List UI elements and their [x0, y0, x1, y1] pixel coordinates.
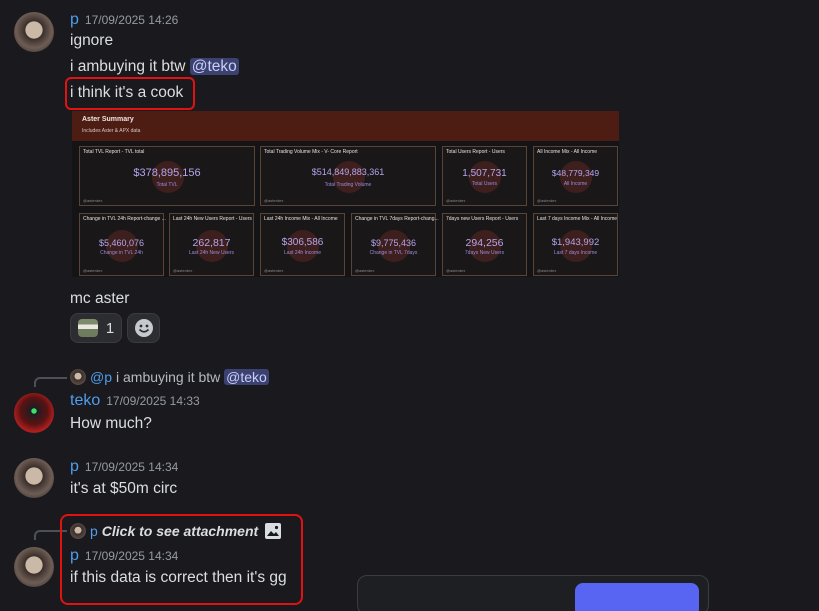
- card-label: Change in TVL 7days: [369, 250, 418, 256]
- reply-connector: [34, 377, 67, 387]
- message-text: How much?: [70, 415, 152, 432]
- card-footer: @asterdex: [83, 268, 103, 273]
- stat-card: 7days new Users Report - Users 294,256 7…: [442, 213, 527, 276]
- card-footer: @asterdex: [446, 198, 466, 203]
- card-label: Last 24h New Users: [188, 250, 235, 256]
- card-value: 294,256: [465, 237, 504, 249]
- card-label: 7days New Users: [464, 250, 505, 256]
- card-footer: @asterdex: [173, 268, 193, 273]
- reaction-emoji-icon: [77, 319, 98, 337]
- reply-reference[interactable]: @p i ambuying it btw @teko: [70, 369, 269, 385]
- card-label: Last 7 days Income: [553, 250, 598, 256]
- stat-card: Total Trading Volume Mix - V- Core Repor…: [260, 146, 436, 206]
- reply-text: i ambuying it btw @teko: [116, 369, 269, 385]
- message-composer[interactable]: [357, 575, 709, 611]
- avatar[interactable]: [14, 547, 54, 587]
- card-title: 7days new Users Report - Users: [446, 216, 519, 222]
- card-footer: @asterdex: [355, 268, 375, 273]
- stat-card: Total TVL Report - TVL total $378,895,15…: [79, 146, 255, 206]
- smiley-icon: [134, 319, 153, 337]
- message-text: mc aster: [70, 290, 130, 307]
- add-reaction-button[interactable]: [127, 313, 160, 343]
- embed-subtitle: Includes Aster & APX data: [82, 128, 141, 134]
- card-title: Change in TVL 7days Report-chang...: [355, 216, 439, 222]
- composer-button[interactable]: [575, 583, 699, 611]
- card-title: Total Users Report - Users: [446, 149, 505, 155]
- card-title: All Income Mix - All Income: [537, 149, 598, 155]
- card-footer: @asterdex: [446, 268, 466, 273]
- stat-card: Last 24h Income Mix - All Income $306,58…: [260, 213, 345, 276]
- embed-header: Aster Summary Includes Aster & APX data: [72, 111, 619, 141]
- stat-card: Change in TVL 24h Report-change ... $5,4…: [79, 213, 166, 276]
- card-value: $1,943,992: [551, 237, 600, 248]
- annotation-box: [65, 77, 195, 110]
- image-attachment[interactable]: Aster Summary Includes Aster & APX data …: [72, 111, 619, 277]
- embed-title: Aster Summary: [82, 116, 134, 123]
- author-name[interactable]: teko: [70, 392, 100, 410]
- card-value: $306,586: [281, 237, 324, 248]
- card-footer: @asterdex: [537, 198, 557, 203]
- message-text: ignore: [70, 32, 114, 49]
- user-mention[interactable]: @teko: [189, 58, 239, 75]
- reaction-count: 1: [105, 319, 115, 337]
- card-title: Last 7 days Income Mix - All Income: [537, 216, 618, 222]
- card-value: $9,775,436: [370, 238, 417, 248]
- author-name[interactable]: p: [70, 11, 79, 29]
- card-footer: @asterdex: [83, 198, 103, 203]
- card-label: All Income: [563, 181, 588, 187]
- card-label: Total TVL: [156, 182, 178, 188]
- stat-card: Last 24h New Users Report - Users 262,81…: [169, 213, 254, 276]
- card-title: Change in TVL 24h Report-change ...: [83, 216, 166, 222]
- card-label: Last 24h Income: [284, 250, 321, 256]
- card-value: 262,817: [192, 237, 231, 249]
- card-title: Last 24h New Users Report - Users: [173, 216, 252, 222]
- card-title: Total TVL Report - TVL total: [83, 149, 145, 155]
- reply-author[interactable]: @p: [90, 369, 112, 385]
- card-footer: @asterdex: [264, 198, 284, 203]
- author-name[interactable]: p: [70, 458, 79, 476]
- annotation-box: [60, 514, 303, 605]
- user-mention[interactable]: @teko: [224, 369, 269, 385]
- timestamp: 17/09/2025 14:34: [84, 460, 179, 474]
- stat-card: Total Users Report - Users 1,507,731 Tot…: [442, 146, 527, 206]
- card-label: Change in TVL 24h: [100, 250, 143, 256]
- reply-text-part: i ambuying it btw: [116, 369, 225, 385]
- timestamp: 17/09/2025 14:26: [84, 13, 179, 27]
- card-value: $378,895,156: [133, 167, 201, 179]
- message-text: i ambuying it btw @teko: [70, 58, 239, 76]
- card-label: Total Trading Volume: [324, 182, 372, 188]
- card-value: $514,849,883,361: [311, 167, 385, 177]
- card-value: $48,779,349: [551, 168, 600, 178]
- card-label: Total Users: [471, 181, 497, 187]
- avatar[interactable]: [14, 393, 54, 433]
- card-title: Last 24h Income Mix - All Income: [264, 216, 338, 222]
- card-footer: @asterdex: [264, 268, 284, 273]
- timestamp: 17/09/2025 14:33: [106, 394, 200, 408]
- stat-card: All Income Mix - All Income $48,779,349 …: [533, 146, 618, 206]
- message-text-part: i ambuying it btw: [70, 58, 190, 75]
- card-footer: @asterdex: [537, 268, 557, 273]
- stat-card: Last 7 days Income Mix - All Income $1,9…: [533, 213, 618, 276]
- mini-avatar: [70, 369, 86, 385]
- reaction[interactable]: 1: [70, 313, 122, 343]
- message-text: it's at $50m circ: [70, 480, 178, 497]
- avatar[interactable]: [14, 12, 54, 52]
- card-value: 1,507,731: [462, 168, 507, 179]
- stat-card: Change in TVL 7days Report-chang... $9,7…: [351, 213, 439, 276]
- card-value: $5,460,076: [98, 238, 145, 248]
- avatar[interactable]: [14, 458, 54, 498]
- card-title: Total Trading Volume Mix - V- Core Repor…: [264, 149, 358, 155]
